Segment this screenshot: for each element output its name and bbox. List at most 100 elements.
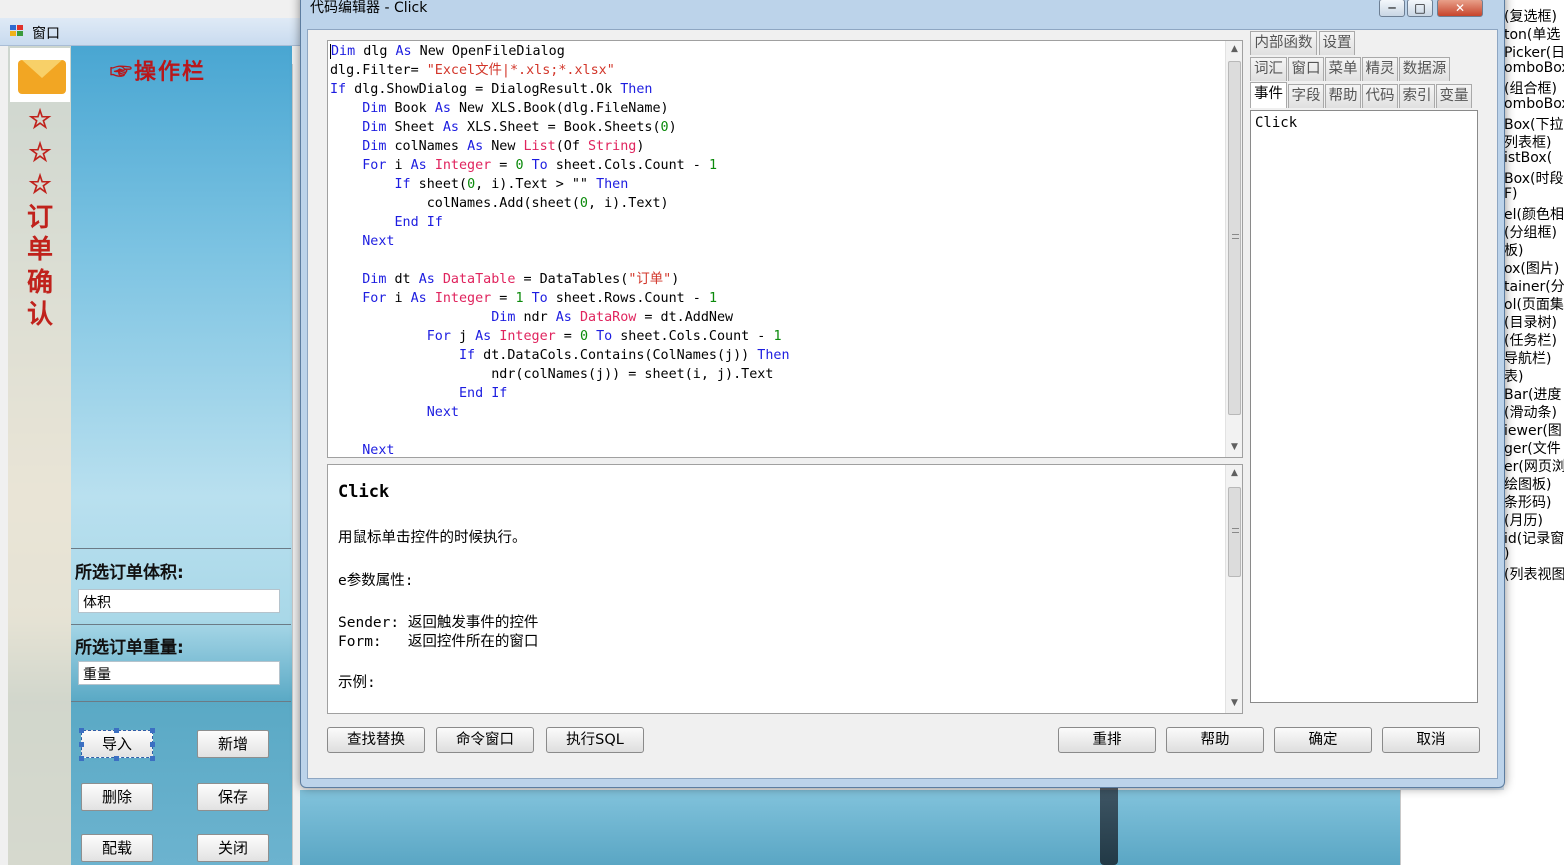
selection-handle[interactable] — [150, 728, 155, 733]
tab-window[interactable]: 窗口 — [1288, 57, 1324, 81]
toolbox-item[interactable]: 板) — [1504, 240, 1523, 260]
toolbox-item[interactable]: omboBox( — [1504, 60, 1564, 76]
code-line[interactable]: dlg.Filter= "Excel文件|*.xls;*.xlsx" — [330, 61, 790, 80]
toolbox-item[interactable]: tainer(分 — [1504, 276, 1564, 296]
toolbox-item[interactable]: 列表框) — [1504, 132, 1551, 152]
toolbox-item[interactable]: er(网页浏 — [1504, 456, 1564, 476]
save-button[interactable]: 保存 — [197, 783, 269, 811]
volume-input[interactable]: 体积 — [78, 589, 280, 613]
toolbox-item[interactable]: Picker(日 — [1504, 42, 1564, 62]
toolbox-item[interactable]: istBox( — [1504, 150, 1552, 166]
tab-datasource[interactable]: 数据源 — [1399, 57, 1450, 81]
code-line[interactable]: For i As Integer = 1 To sheet.Rows.Count… — [330, 289, 790, 308]
toolbox-item[interactable]: 绘图板) — [1504, 474, 1551, 494]
minimize-button[interactable]: ─ — [1379, 0, 1405, 17]
toolbox-item[interactable]: Bar(进度 — [1504, 384, 1561, 404]
code-line[interactable]: Dim Sheet As XLS.Sheet = Book.Sheets(0) — [330, 118, 790, 137]
toolbox-item[interactable]: (任务栏) — [1504, 330, 1557, 350]
command-window-button[interactable]: 命令窗口 — [436, 727, 534, 753]
weight-input[interactable]: 重量 — [78, 661, 280, 685]
code-line[interactable]: Dim ndr As DataRow = dt.AddNew — [330, 308, 790, 327]
ok-button[interactable]: 确定 — [1274, 727, 1372, 753]
toolbox-item[interactable]: (组合框) — [1504, 78, 1557, 98]
code-line[interactable]: Dim colNames As New List(Of String) — [330, 137, 790, 156]
selection-handle[interactable] — [79, 756, 84, 761]
code-line[interactable]: colNames.Add(sheet(0, i).Text) — [330, 194, 790, 213]
import-button[interactable]: 导入 — [81, 730, 153, 758]
delete-button[interactable]: 删除 — [81, 783, 153, 811]
code-line[interactable]: End If — [330, 213, 790, 232]
tab-events[interactable]: 事件 — [1250, 82, 1287, 108]
toolbox-item[interactable]: el(颜色相 — [1504, 204, 1564, 224]
selection-handle[interactable] — [114, 756, 119, 761]
tab-builtin-functions[interactable]: 内部函数 — [1250, 31, 1317, 55]
toolbox-item[interactable]: iewer(图 — [1504, 420, 1562, 440]
code-line[interactable]: Dim dlg As New OpenFileDialog — [330, 42, 790, 61]
add-button[interactable]: 新增 — [197, 730, 269, 758]
code-line[interactable]: If dt.DataCols.Contains(ColNames(j)) The… — [330, 346, 790, 365]
cancel-button[interactable]: 取消 — [1382, 727, 1480, 753]
scroll-thumb[interactable] — [1228, 487, 1241, 577]
tab-help[interactable]: 帮助 — [1325, 84, 1361, 108]
toolbox-item[interactable]: (复选框) — [1504, 6, 1557, 26]
code-line[interactable]: If sheet(0, i).Text > "" Then — [330, 175, 790, 194]
toolbox-item[interactable]: (分组框) — [1504, 222, 1557, 242]
mail-icon-box[interactable] — [10, 48, 70, 102]
selection-handle[interactable] — [79, 728, 84, 733]
code-line[interactable]: Dim dt As DataTable = DataTables("订单") — [330, 270, 790, 289]
maximize-button[interactable]: □ — [1407, 0, 1433, 17]
toolbox-item[interactable]: 条形码) — [1504, 492, 1551, 512]
exec-sql-button[interactable]: 执行SQL — [546, 727, 644, 753]
tab-vocabulary[interactable]: 词汇 — [1250, 57, 1287, 81]
toolbox-item[interactable]: (滑动条) — [1504, 402, 1557, 422]
toolbox-item[interactable]: ox(图片) — [1504, 258, 1559, 278]
load-button[interactable]: 配载 — [81, 834, 153, 862]
code-line[interactable]: End If — [330, 384, 790, 403]
tab-index[interactable]: 索引 — [1399, 84, 1435, 108]
toolbox-item[interactable]: Box(时段 — [1504, 168, 1564, 188]
code-line[interactable]: Next — [330, 232, 790, 251]
selection-handle[interactable] — [114, 728, 119, 733]
tab-code[interactable]: 代码 — [1362, 84, 1398, 108]
close-form-button[interactable]: 关闭 — [197, 834, 269, 862]
scroll-up-icon[interactable]: ▲ — [1226, 41, 1242, 58]
toolbox-item[interactable]: (月历) — [1504, 510, 1543, 530]
code-text[interactable]: Dim dlg As New OpenFileDialog dlg.Filter=… — [330, 42, 790, 457]
toolbox-item[interactable]: 表) — [1504, 366, 1523, 386]
code-editor[interactable]: Dim dlg As New OpenFileDialog dlg.Filter=… — [327, 40, 1243, 458]
code-scrollbar[interactable]: ▲ ▼ — [1225, 41, 1242, 457]
selection-handle[interactable] — [150, 756, 155, 761]
toolbox-item[interactable]: id(记录窗 — [1504, 528, 1564, 548]
code-line[interactable]: ndr(colNames(j)) = sheet(i, j).Text — [330, 365, 790, 384]
toolbox-item[interactable]: ol(页面集 — [1504, 294, 1564, 314]
code-line[interactable]: For i As Integer = 0 To sheet.Cols.Count… — [330, 156, 790, 175]
help-scrollbar[interactable]: ▲ ▼ — [1225, 465, 1242, 713]
toolbox-item[interactable]: Box(下拉 — [1504, 114, 1564, 134]
code-line[interactable] — [330, 422, 790, 441]
selection-handle[interactable] — [150, 742, 155, 747]
code-line[interactable]: If dlg.ShowDialog = DialogResult.Ok Then — [330, 80, 790, 99]
code-line[interactable]: For j As Integer = 0 To sheet.Cols.Count… — [330, 327, 790, 346]
reformat-button[interactable]: 重排 — [1058, 727, 1156, 753]
close-button[interactable]: ✕ — [1437, 0, 1483, 17]
tab-wizard[interactable]: 精灵 — [1362, 57, 1398, 81]
toolbox-item[interactable]: ton(单选 — [1504, 24, 1560, 44]
toolbox-item[interactable]: omboBox( — [1504, 96, 1564, 112]
code-line[interactable]: Next — [330, 403, 790, 422]
scroll-down-icon[interactable]: ▼ — [1226, 695, 1242, 712]
selection-handle[interactable] — [79, 742, 84, 747]
find-replace-button[interactable]: 查找替换 — [327, 727, 425, 753]
toolbox-item[interactable]: F) — [1504, 186, 1518, 202]
tab-variables[interactable]: 变量 — [1436, 84, 1472, 108]
scroll-up-icon[interactable]: ▲ — [1226, 465, 1242, 482]
code-line[interactable]: Dim Book As New XLS.Book(dlg.FileName) — [330, 99, 790, 118]
toolbox-item[interactable]: (目录树) — [1504, 312, 1557, 332]
tab-menu[interactable]: 菜单 — [1325, 57, 1361, 81]
help-button[interactable]: 帮助 — [1166, 727, 1264, 753]
tab-fields[interactable]: 字段 — [1288, 84, 1324, 108]
scroll-thumb[interactable] — [1228, 61, 1241, 415]
code-line[interactable]: Next — [330, 441, 790, 457]
toolbox-item[interactable]: 导航栏) — [1504, 348, 1551, 368]
event-list-item[interactable]: Click — [1255, 115, 1297, 131]
toolbox-item[interactable]: ger(文件 — [1504, 438, 1561, 458]
